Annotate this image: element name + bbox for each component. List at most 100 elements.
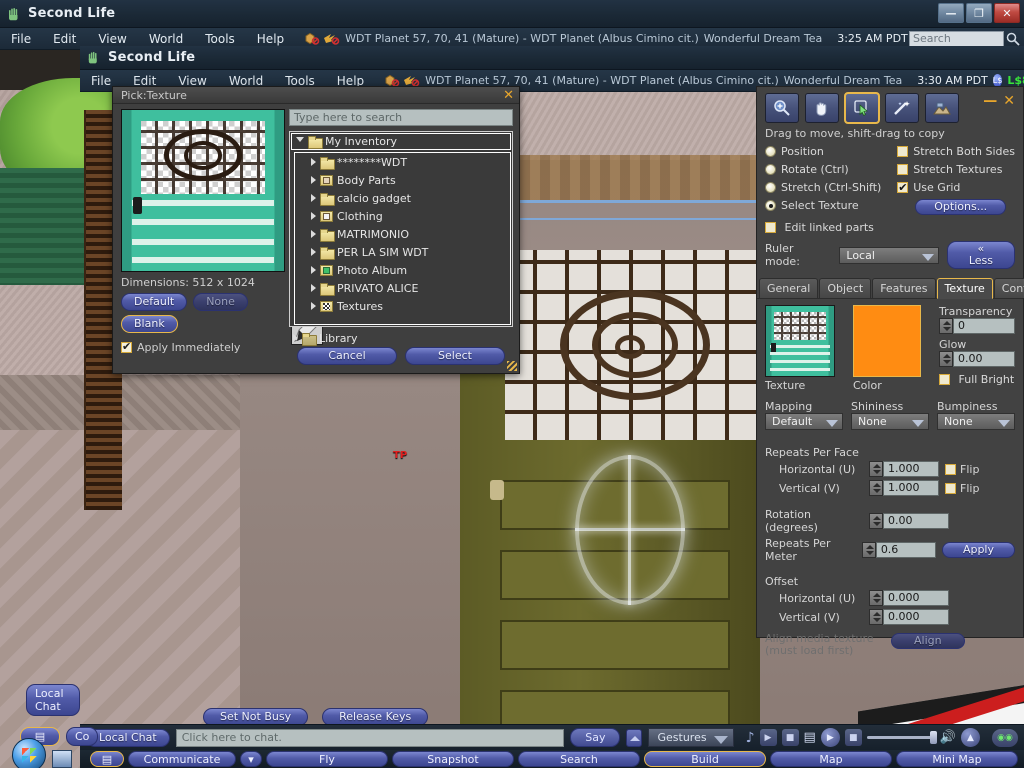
- align-button[interactable]: Align: [891, 633, 965, 649]
- voice-chat-icon[interactable]: ◉◉: [992, 728, 1018, 747]
- spinner-arrows-icon[interactable]: [869, 480, 883, 496]
- spinner-arrows-icon[interactable]: [869, 590, 883, 606]
- less-button[interactable]: « Less: [946, 241, 1015, 269]
- offset-vertical-value[interactable]: 0.000: [883, 609, 949, 625]
- apply-immediately-checkbox[interactable]: [121, 340, 132, 353]
- inventory-search-input[interactable]: Type here to search: [289, 109, 513, 126]
- create-tool-button[interactable]: [885, 93, 919, 123]
- close-icon[interactable]: ✕: [1003, 94, 1015, 108]
- volume-slider-knob[interactable]: [929, 731, 937, 744]
- pick-texture-titlebar[interactable]: Pick:Texture ✕: [113, 87, 519, 104]
- checkbox-icon[interactable]: [945, 463, 956, 475]
- list-item[interactable]: Body Parts: [295, 171, 510, 189]
- tab-object[interactable]: Object: [819, 278, 872, 298]
- search-input[interactable]: Search: [909, 30, 1004, 47]
- checkbox-icon[interactable]: [939, 374, 950, 385]
- checkbox-icon[interactable]: [897, 146, 909, 157]
- chevron-right-icon[interactable]: [293, 334, 298, 342]
- transparency-value[interactable]: 0: [953, 318, 1015, 334]
- taskbar-window-icon[interactable]: [52, 750, 72, 768]
- tab-content[interactable]: Content: [993, 278, 1024, 298]
- spinner-arrows-icon[interactable]: [869, 513, 883, 529]
- repeats-horizontal-spinner[interactable]: 1.000: [869, 461, 939, 477]
- media-stop-button[interactable]: ■: [844, 729, 862, 746]
- gestures-select[interactable]: Gestures: [648, 728, 734, 747]
- ruler-mode-select[interactable]: Local: [839, 246, 939, 264]
- chevron-right-icon[interactable]: [311, 284, 316, 292]
- list-item[interactable]: Photo Album: [295, 261, 510, 279]
- caret-up-icon[interactable]: [626, 728, 643, 747]
- offset-horizontal-spinner[interactable]: 0.000: [869, 590, 949, 606]
- check-edit-linked-parts[interactable]: Edit linked parts: [757, 215, 1023, 237]
- move-tool-button[interactable]: [805, 93, 839, 123]
- inventory-tree[interactable]: My Inventory ********WDT Body Parts calc…: [289, 131, 513, 327]
- bumpiness-select[interactable]: None: [937, 413, 1015, 430]
- texture-swatch[interactable]: [765, 305, 835, 377]
- search-button[interactable]: Search: [518, 751, 640, 767]
- speaker-icon[interactable]: 🔊: [940, 730, 956, 745]
- tab-texture[interactable]: Texture: [936, 278, 993, 299]
- radio-icon-selected[interactable]: [765, 200, 776, 211]
- glow-spinner[interactable]: 0.00: [939, 351, 1015, 367]
- spinner-arrows-icon[interactable]: [869, 609, 883, 625]
- flip-horizontal-check[interactable]: Flip: [945, 463, 979, 476]
- taskbar-communicate-pill[interactable]: Co: [66, 727, 99, 746]
- minimize-button[interactable]: —: [938, 3, 964, 23]
- search-magnifier-icon[interactable]: [1006, 32, 1020, 46]
- spinner-arrows-icon[interactable]: [861, 542, 876, 558]
- volume-slider[interactable]: [866, 731, 937, 744]
- apply-button[interactable]: Apply: [941, 542, 1015, 558]
- focus-tool-button[interactable]: [765, 93, 799, 123]
- spinner-arrows-icon[interactable]: [939, 351, 953, 367]
- radio-icon[interactable]: [765, 164, 776, 175]
- expand-media-button[interactable]: ▲: [961, 728, 980, 747]
- chevron-right-icon[interactable]: [311, 176, 316, 184]
- land-tool-button[interactable]: [925, 93, 959, 123]
- media-play-button[interactable]: ▶: [820, 728, 840, 747]
- close-button[interactable]: ✕: [994, 3, 1020, 23]
- build-button[interactable]: Build: [644, 751, 766, 767]
- none-texture-button[interactable]: None: [193, 293, 248, 311]
- spinner-arrows-icon[interactable]: [869, 461, 883, 477]
- chevron-right-icon[interactable]: [311, 266, 316, 274]
- texture-preview[interactable]: [121, 109, 285, 272]
- chevron-right-icon[interactable]: [311, 248, 316, 256]
- music-play-button[interactable]: ▶: [759, 729, 777, 746]
- checkbox-icon[interactable]: [897, 164, 909, 175]
- chat-input[interactable]: Click here to chat.: [175, 728, 565, 747]
- checkbox-icon[interactable]: [945, 482, 956, 494]
- rotation-value[interactable]: 0.00: [883, 513, 949, 529]
- list-item[interactable]: ********WDT: [295, 153, 510, 171]
- checkbox-icon-checked[interactable]: [897, 179, 909, 197]
- list-item[interactable]: PRIVATO ALICE: [295, 279, 510, 297]
- tab-features[interactable]: Features: [872, 278, 936, 298]
- music-stop-button[interactable]: ■: [781, 729, 799, 746]
- flip-vertical-check[interactable]: Flip: [945, 482, 979, 495]
- offset-vertical-spinner[interactable]: 0.000: [869, 609, 949, 625]
- chat-balloon-icon[interactable]: ▤: [90, 751, 124, 767]
- repeats-per-meter-spinner[interactable]: 0.6: [861, 542, 936, 558]
- chevron-right-icon[interactable]: [311, 212, 316, 220]
- shininess-select[interactable]: None: [851, 413, 929, 430]
- radio-select-texture[interactable]: Select Texture: [765, 197, 891, 215]
- local-chat-button[interactable]: Local Chat: [86, 728, 170, 747]
- say-button[interactable]: Say: [570, 728, 621, 747]
- outer-window-titlebar[interactable]: Second Life — ❐ ✕: [0, 0, 1024, 28]
- inventory-root-my-inventory[interactable]: My Inventory: [291, 133, 511, 150]
- repeats-vertical-spinner[interactable]: 1.000: [869, 480, 939, 496]
- mapping-select[interactable]: Default: [765, 413, 843, 430]
- color-swatch[interactable]: [853, 305, 921, 377]
- repeats-per-meter-value[interactable]: 0.6: [875, 542, 936, 558]
- chevron-down-icon[interactable]: [296, 137, 304, 146]
- grid-options-button[interactable]: Options...: [915, 199, 1007, 215]
- windows-start-orb-icon[interactable]: [12, 738, 46, 768]
- map-button[interactable]: Map: [770, 751, 892, 767]
- fly-button[interactable]: Fly: [266, 751, 388, 767]
- list-item[interactable]: Textures: [295, 297, 510, 315]
- list-item[interactable]: PER LA SIM WDT: [295, 243, 510, 261]
- maximize-button[interactable]: ❐: [966, 3, 992, 23]
- chevron-right-icon[interactable]: [311, 194, 316, 202]
- radio-stretch[interactable]: Stretch (Ctrl-Shift): [765, 179, 891, 197]
- close-icon[interactable]: ✕: [503, 88, 514, 103]
- radio-icon[interactable]: [765, 146, 776, 157]
